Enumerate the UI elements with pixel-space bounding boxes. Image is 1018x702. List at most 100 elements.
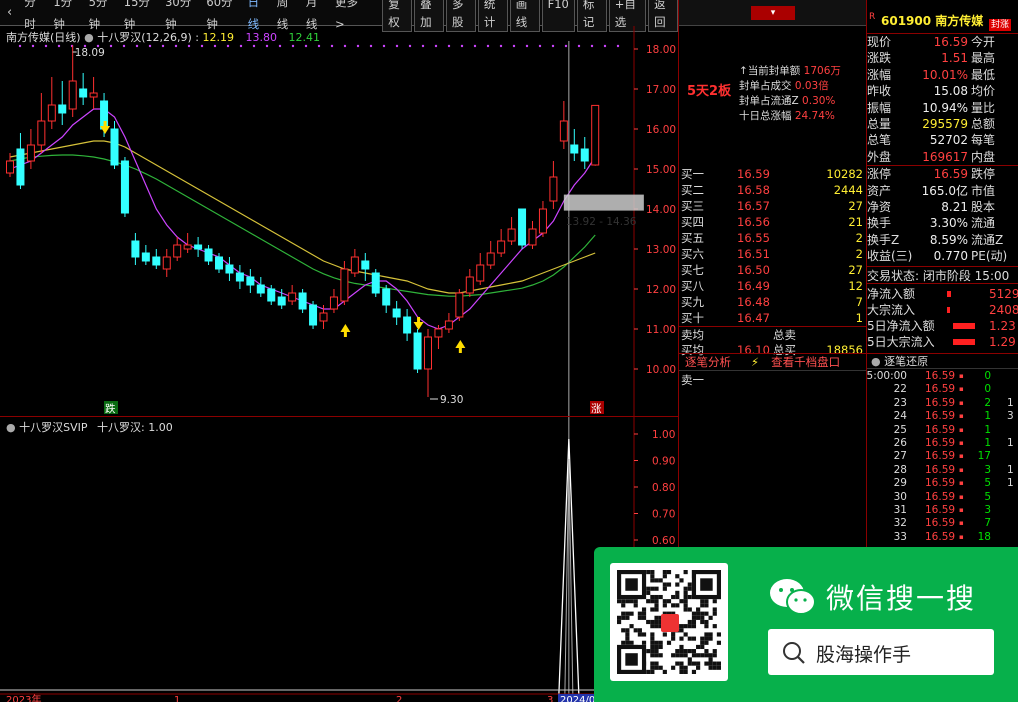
bid-row[interactable]: 买六 16.51 2 bbox=[679, 246, 867, 262]
rise-mark: 涨 bbox=[591, 403, 602, 415]
qr-cell bbox=[708, 636, 713, 641]
qr-cell bbox=[683, 632, 688, 637]
qr-cell bbox=[646, 570, 651, 575]
tick-price: 16.59 bbox=[925, 517, 956, 530]
qr-cell bbox=[683, 590, 688, 595]
quote-value: 16.59 bbox=[933, 167, 968, 182]
flow-key: 大宗流入 bbox=[867, 303, 916, 317]
indicator-tick-label: 0.90 bbox=[652, 456, 675, 468]
legend-dot-icon: ● bbox=[84, 31, 98, 44]
orderbook: 买一 16.59 10282 买二 16.58 2444 买三 16.57 27 买四 16.56 2… bbox=[679, 166, 867, 358]
signal-arrow-up-icon bbox=[455, 340, 466, 348]
bid-row[interactable]: 买五 16.55 2 bbox=[679, 230, 867, 246]
qr-cell bbox=[629, 624, 634, 629]
legend-stock: 南方传媒(日线) bbox=[6, 31, 81, 44]
qr-cell bbox=[704, 624, 709, 629]
bid-volume: 27 bbox=[848, 263, 863, 277]
candle-body bbox=[580, 148, 589, 162]
quote-value: 295579 bbox=[922, 116, 968, 131]
bid-price: 16.59 bbox=[737, 167, 770, 181]
candle-body bbox=[131, 240, 140, 258]
qr-cell bbox=[621, 640, 626, 645]
tick-side: 1 bbox=[1007, 463, 1014, 476]
tick-volume: 1 bbox=[984, 423, 991, 436]
stock-code[interactable]: 601900 南方传媒 bbox=[881, 12, 983, 29]
tick-volume: 1 bbox=[984, 436, 991, 449]
bid-row[interactable]: 买四 16.56 21 bbox=[679, 214, 867, 230]
bid-row[interactable]: 买八 16.49 12 bbox=[679, 278, 867, 294]
qr-cell bbox=[687, 607, 692, 612]
qr-cell bbox=[625, 615, 630, 620]
qr-cell bbox=[691, 661, 697, 666]
bid-row[interactable]: 买七 16.50 27 bbox=[679, 262, 867, 278]
top-marker-dot bbox=[421, 44, 425, 48]
candle-body bbox=[141, 252, 150, 262]
qr-cell bbox=[662, 586, 667, 591]
tick-volume: 17 bbox=[977, 450, 991, 463]
signal-arrow-stem bbox=[343, 332, 347, 337]
wechat-search-box[interactable]: 股海操作手 bbox=[768, 629, 994, 675]
flow-value: 1.23 bbox=[989, 319, 1016, 333]
wechat-logo-icon bbox=[770, 579, 816, 615]
kline-chart[interactable]: 18.00 17.00 16.00 15.00 14.00 13.00 12.00 11.00… bbox=[0, 26, 678, 416]
seal-line-mark: ↑ bbox=[739, 65, 748, 77]
qr-cell bbox=[646, 669, 651, 674]
x-axis-label: 2 bbox=[396, 695, 402, 702]
qr-cell bbox=[650, 649, 655, 654]
top-marker-dot bbox=[525, 44, 529, 48]
qr-cell bbox=[617, 619, 622, 625]
candle-body bbox=[16, 148, 25, 186]
tab-tick-analysis[interactable]: 逐笔分析 bbox=[685, 354, 731, 370]
tick-time: 28 bbox=[893, 463, 907, 476]
candle-body bbox=[319, 312, 328, 322]
qr-cell bbox=[712, 649, 717, 654]
bid-price: 16.49 bbox=[737, 279, 770, 293]
fall-mark: 跌 bbox=[105, 402, 116, 415]
indicator-chart[interactable]: 1.00 0.90 0.80 0.70 0.60 2023年 1 2 3 2024/03 ● 十八… bbox=[0, 416, 678, 702]
bid-row[interactable]: 买三 16.57 27 bbox=[679, 198, 867, 214]
qr-cell bbox=[700, 615, 705, 620]
indicator-tick-label: 1.00 bbox=[652, 429, 675, 441]
lightning-icon: ⚡ bbox=[751, 355, 760, 369]
bid-row[interactable]: 买一 16.59 10282 bbox=[679, 166, 867, 182]
quote-key-2: 总额 bbox=[971, 116, 996, 131]
qr-cell bbox=[712, 607, 717, 612]
qr-cell bbox=[675, 590, 680, 595]
qr-cell bbox=[683, 653, 688, 658]
tick-volume: 18 bbox=[977, 530, 991, 543]
legend-ma1: 12.19 bbox=[202, 31, 234, 44]
bid-row[interactable]: 买二 16.58 2444 bbox=[679, 182, 867, 198]
qr-cell bbox=[700, 644, 705, 650]
bid-label: 买三 bbox=[681, 199, 704, 213]
candle-body bbox=[246, 276, 255, 286]
quote-row: 换手Z 8.59% 流通Z bbox=[867, 232, 1018, 248]
wechat-search-banner[interactable]: 微信搜一搜 股海操作手 bbox=[594, 547, 1018, 702]
ma-mid-line bbox=[9, 140, 596, 294]
qr-cell bbox=[646, 649, 651, 654]
bid-volume: 7 bbox=[855, 295, 863, 309]
quote-value: 169617 bbox=[922, 149, 968, 164]
search-icon bbox=[783, 642, 805, 664]
tab-view-orders[interactable]: 查看千档盘口 bbox=[771, 354, 840, 370]
flow-bar bbox=[947, 291, 951, 297]
chart-legend: 南方传媒(日线) ● 十八罗汉(12,26,9) : 12.19 13.80 1… bbox=[6, 31, 320, 44]
qr-cell bbox=[654, 644, 659, 650]
candle-body bbox=[288, 292, 297, 302]
toolbar-collapse-icon[interactable]: ‹ bbox=[0, 2, 19, 24]
qr-cell bbox=[658, 640, 663, 645]
bid-row[interactable]: 买九 16.48 7 bbox=[679, 294, 867, 310]
tick-price: 16.59 bbox=[925, 423, 956, 436]
candle-body bbox=[37, 120, 46, 146]
qr-cell bbox=[633, 628, 638, 633]
quote-row: 收益(三) 0.770 PE(动) bbox=[867, 248, 1018, 264]
qr-cell bbox=[683, 607, 688, 612]
candle-body bbox=[486, 252, 495, 266]
top-marker-dot bbox=[330, 44, 334, 48]
tick-list[interactable]: 15:00:0016.59▪02216.59▪02316.59▪212416.5… bbox=[867, 370, 1018, 544]
bid-row[interactable]: 买十 16.47 1 bbox=[679, 310, 867, 326]
indicator-value: 十八罗汉: 1.00 bbox=[97, 421, 173, 434]
qr-cell bbox=[650, 574, 655, 579]
expand-tab-icon[interactable]: ▾ bbox=[751, 6, 795, 20]
bid-label: 买九 bbox=[681, 295, 704, 309]
tick-arrow-icon: ▪ bbox=[959, 372, 964, 380]
